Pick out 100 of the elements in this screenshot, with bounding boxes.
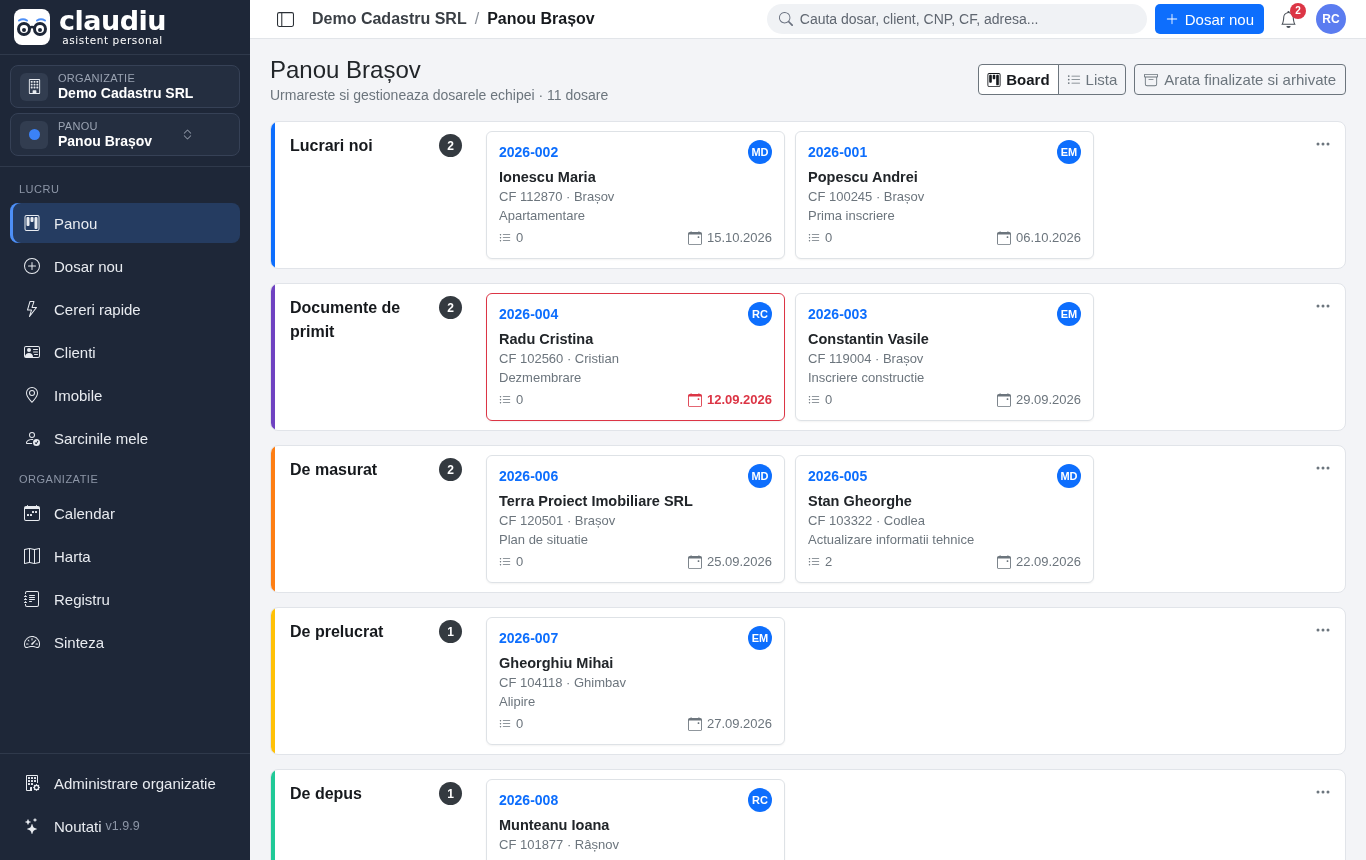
cadastral-location: CF 112870 · Brașov xyxy=(499,188,616,206)
selector-label: PANOU xyxy=(58,119,99,133)
view-tab[interactable]: Lista xyxy=(1057,64,1127,95)
page-subtitle: Urmareste si gestioneaza dosarele echipei · 11 dosare xyxy=(270,86,609,104)
cadastral-location: CF 102560 · Cristian xyxy=(499,350,620,368)
due-date: 15.10.2026 xyxy=(706,229,772,247)
work-type: Alipire xyxy=(499,693,537,711)
lane-title: De depus xyxy=(290,784,363,804)
file-number-link[interactable]: 2026-001 xyxy=(808,144,868,160)
count-badge: 2 xyxy=(439,458,462,481)
show-archived-button[interactable]: Arata finalizate si arhivate xyxy=(1134,64,1346,95)
board-selector[interactable]: PANOU Panou Brașov xyxy=(10,113,240,156)
building-icon xyxy=(20,72,48,101)
breadcrumb-separator: / xyxy=(474,10,480,28)
nav-item[interactable]: Sinteza xyxy=(10,622,240,662)
list-icon xyxy=(808,556,820,568)
task-count: 0 xyxy=(516,715,524,733)
due-date: 12.09.2026 xyxy=(706,391,772,409)
notifications-icon[interactable] xyxy=(1280,10,1297,28)
client-name: Gheorghiu Mihai xyxy=(499,654,615,673)
file-number-link[interactable]: 2026-004 xyxy=(499,306,559,322)
client-name: Radu Cristina xyxy=(499,330,595,349)
file-card[interactable]: 2026-008 RC Munteanu Ioana CF 101877 · Râșnov xyxy=(486,779,785,860)
file-number-link[interactable]: 2026-008 xyxy=(499,792,559,808)
assignee-avatar: RC xyxy=(748,788,772,812)
client-name: Terra Proiect Imobiliare SRL xyxy=(499,492,694,511)
nav-item[interactable]: Sarcinile mele xyxy=(10,418,240,458)
map-icon xyxy=(24,548,40,564)
version-label: v1.9.9 xyxy=(105,819,140,833)
page-title: Panou Brașov xyxy=(270,55,422,84)
due-date: 25.09.2026 xyxy=(706,553,772,571)
file-number-link[interactable]: 2026-006 xyxy=(499,468,559,484)
work-type: Plan de situatie xyxy=(499,531,589,549)
due-date: 06.10.2026 xyxy=(1015,229,1081,247)
breadcrumb-item[interactable]: Demo Cadastru SRL xyxy=(312,10,467,28)
map-pin-icon xyxy=(24,387,40,403)
due-date: 27.09.2026 xyxy=(706,715,772,733)
nav-item[interactable]: Administrare organizatie xyxy=(10,763,240,803)
section-label: LUCRU xyxy=(18,182,61,197)
archive-icon xyxy=(1144,72,1159,87)
nav-item[interactable]: Harta xyxy=(10,536,240,576)
file-card[interactable]: 2026-006 MD Terra Proiect Imobiliare SRL CF 120501 · Brașov Plan de situatie 0 25.09.2026 xyxy=(486,455,785,583)
calendar-icon xyxy=(687,231,702,245)
nav-item[interactable]: Cereri rapide xyxy=(10,289,240,329)
file-card[interactable]: 2026-004 RC Radu Cristina CF 102560 · Cristian Dezmembrare 0 12.09.2026 xyxy=(486,293,785,421)
calendar-icon xyxy=(996,231,1011,245)
journal-icon xyxy=(24,591,40,607)
new-file-button[interactable]: Dosar nou xyxy=(1154,4,1264,34)
calendar-icon xyxy=(687,393,702,407)
work-type: Apartamentare xyxy=(499,207,586,225)
file-card[interactable]: 2026-007 EM Gheorghiu Mihai CF 104118 · Ghimbav Alipire 0 27.09.2026 xyxy=(486,617,785,745)
section-label: ORGANIZATIE xyxy=(18,472,100,487)
nav-item[interactable]: Panou xyxy=(10,203,240,243)
count-badge: 2 xyxy=(439,134,462,157)
task-count: 0 xyxy=(516,391,524,409)
count-badge: 1 xyxy=(439,620,462,643)
sidebar-toggle-icon[interactable] xyxy=(277,10,294,28)
file-card[interactable]: 2026-003 EM Constantin Vasile CF 119004 · Brașov Inscriere constructie 0 29.09.2026 xyxy=(795,293,1094,421)
work-type: Prima inscriere xyxy=(808,207,896,225)
file-number-link[interactable]: 2026-005 xyxy=(808,468,868,484)
kanban-icon xyxy=(987,72,1002,87)
lane-title: Lucrari noi xyxy=(290,136,374,156)
nav-item[interactable]: Registru xyxy=(10,579,240,619)
user-avatar[interactable]: RC xyxy=(1316,4,1346,34)
list-icon xyxy=(499,556,511,568)
client-name: Constantin Vasile xyxy=(808,330,930,349)
calendar-icon xyxy=(996,393,1011,407)
task-count: 0 xyxy=(516,553,524,571)
client-name: Munteanu Ioana xyxy=(499,816,611,835)
list-icon xyxy=(808,394,820,406)
list-icon xyxy=(499,232,511,244)
lane-title: De masurat xyxy=(290,460,379,480)
client-name: Ionescu Maria xyxy=(499,168,597,187)
assignee-avatar: EM xyxy=(1057,140,1081,164)
nav-item[interactable]: Clienti xyxy=(10,332,240,372)
file-number-link[interactable]: 2026-007 xyxy=(499,630,559,646)
nav-item[interactable]: Dosar nou xyxy=(10,246,240,286)
file-number-link[interactable]: 2026-002 xyxy=(499,144,559,160)
count-badge: 2 xyxy=(439,296,462,319)
calendar-icon xyxy=(687,717,702,731)
organization-selector[interactable]: ORGANIZATIE Demo Cadastru SRL xyxy=(10,65,240,108)
assignee-avatar: EM xyxy=(1057,302,1081,326)
selector-value: Panou Brașov xyxy=(58,132,153,150)
list-icon xyxy=(499,394,511,406)
file-card[interactable]: 2026-002 MD Ionescu Maria CF 112870 · Brașov Apartamentare 0 15.10.2026 xyxy=(486,131,785,259)
view-tab[interactable]: Board xyxy=(978,64,1059,95)
file-number-link[interactable]: 2026-003 xyxy=(808,306,868,322)
logo-name: claudiu xyxy=(59,8,166,34)
nav-item[interactable]: Noutati v1.9.9 xyxy=(10,806,240,846)
notification-badge: 2 xyxy=(1290,2,1306,19)
file-card[interactable]: 2026-001 EM Popescu Andrei CF 100245 · Brașov Prima inscriere 0 06.10.2026 xyxy=(795,131,1094,259)
cadastral-location: CF 100245 · Brașov xyxy=(808,188,926,206)
nav-item[interactable]: Calendar xyxy=(10,493,240,533)
assignee-avatar: EM xyxy=(748,626,772,650)
file-card[interactable]: 2026-005 MD Stan Gheorghe CF 103322 · Codlea Actualizare informatii tehnice 2 22.09.2026 xyxy=(795,455,1094,583)
cadastral-location: CF 120501 · Brașov xyxy=(499,512,617,530)
assignee-avatar: MD xyxy=(748,464,772,488)
task-count: 2 xyxy=(825,553,833,571)
nav-item[interactable]: Imobile xyxy=(10,375,240,415)
search-field[interactable]: Cauta dosar, client, CNP, CF, adresa... xyxy=(766,4,1147,34)
